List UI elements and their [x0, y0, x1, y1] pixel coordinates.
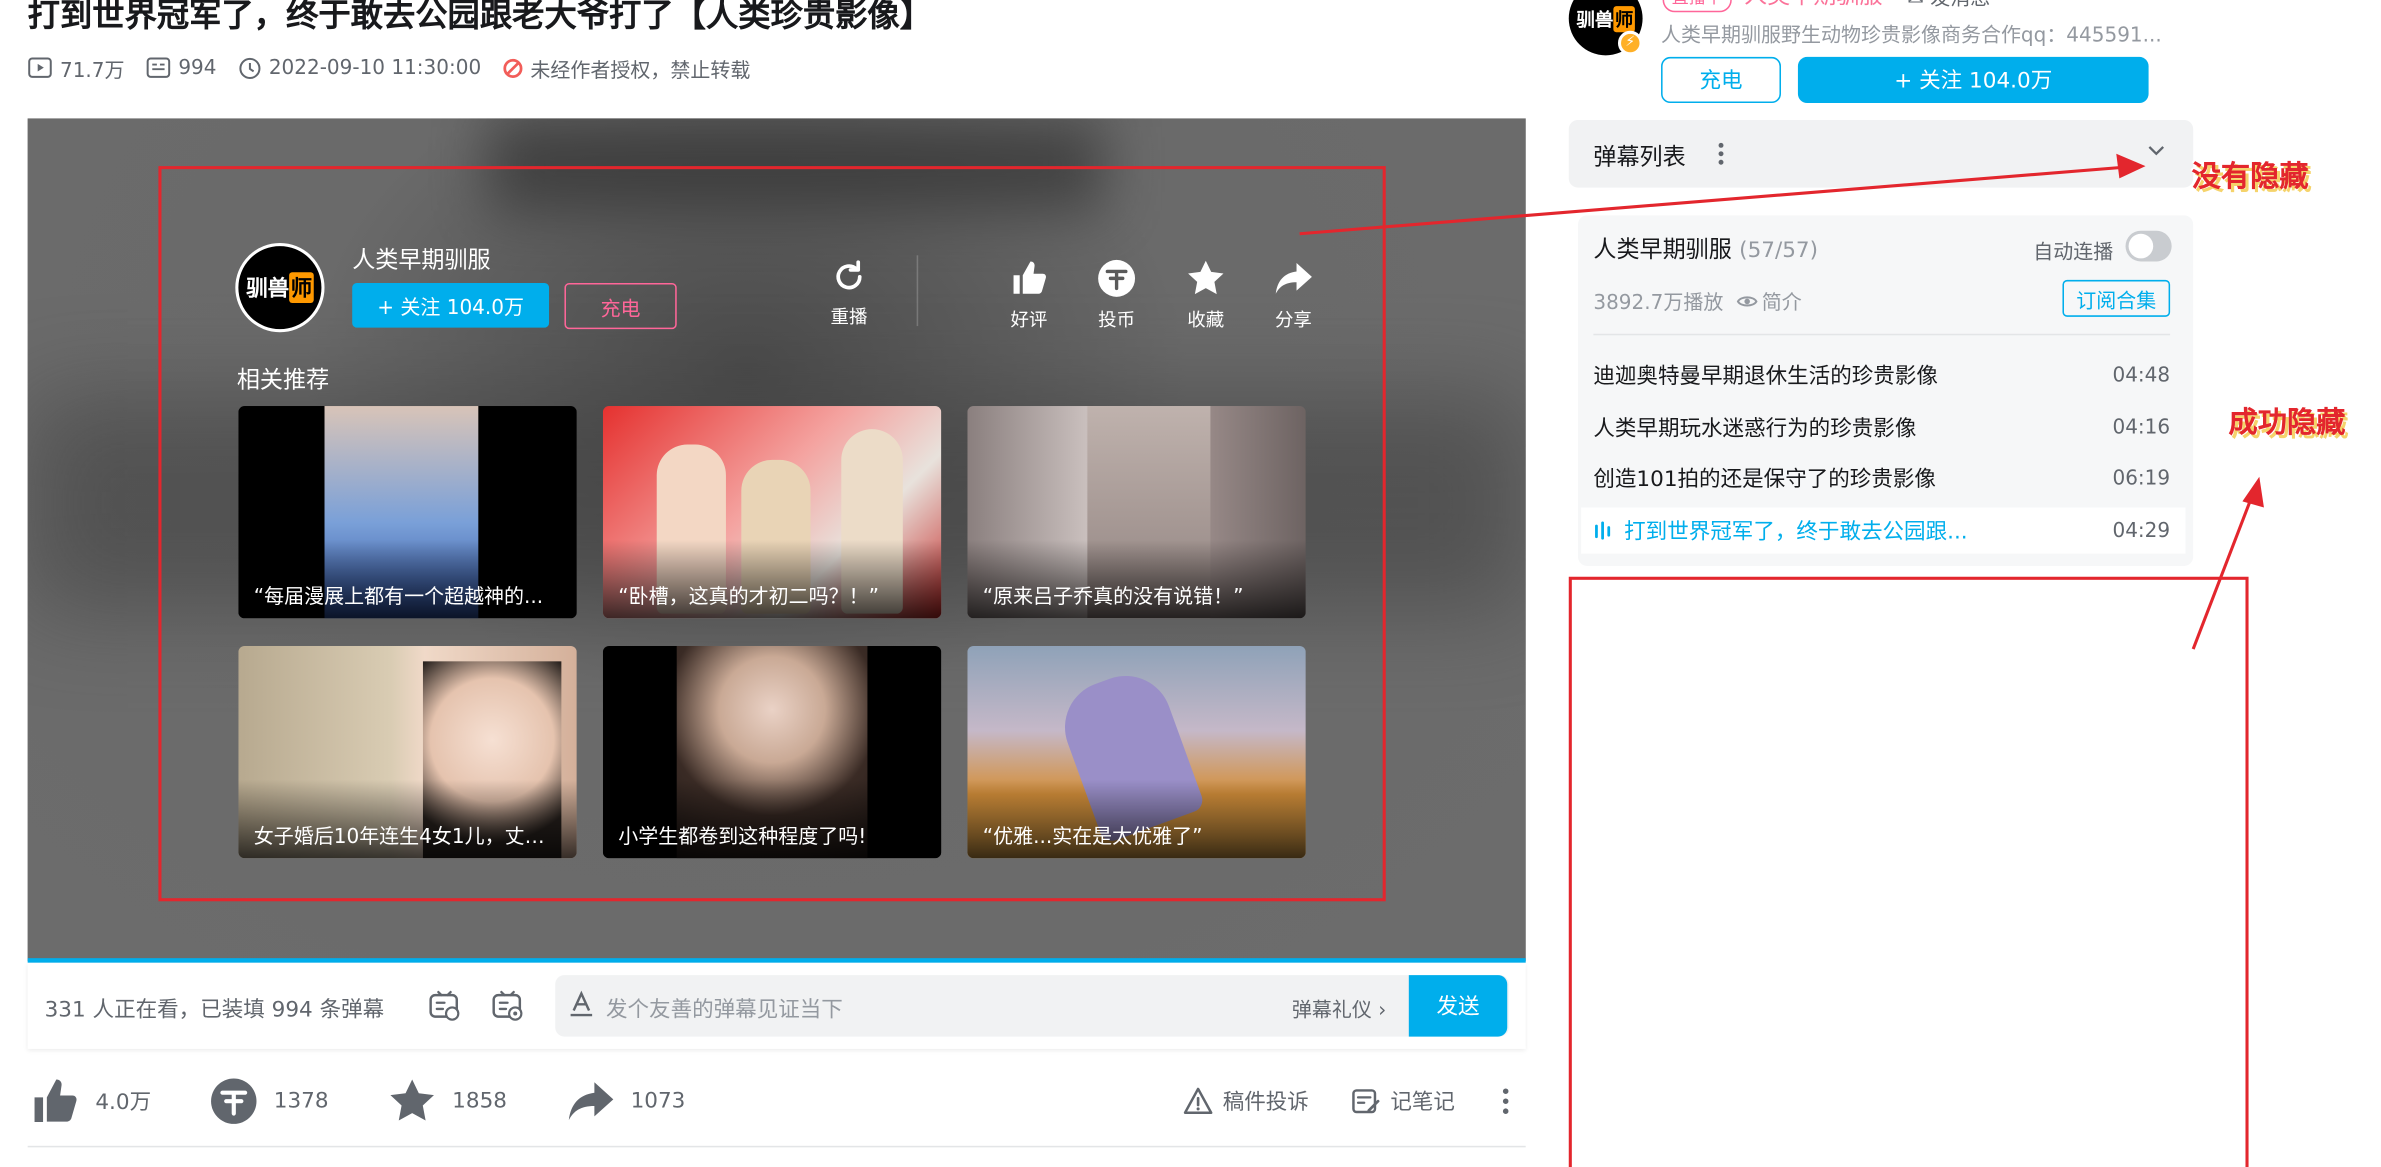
page: 打到世界冠军了，终于敢去公园跟老大爷打了【人类珍贵影像】 71.7万 994 2… [0, 0, 2381, 1167]
annotation-not-hidden: 没有隐藏 [2191, 159, 2309, 194]
annotation-hidden-ok: 成功隐藏 [2228, 406, 2346, 440]
annotation-arrowhead [2116, 153, 2146, 179]
annotation-arrowhead [2242, 476, 2264, 508]
annotation-arrow-line [2191, 488, 2257, 650]
annotation-arrow-line [1299, 164, 2138, 236]
annotation-arrows [1299, 153, 2264, 650]
